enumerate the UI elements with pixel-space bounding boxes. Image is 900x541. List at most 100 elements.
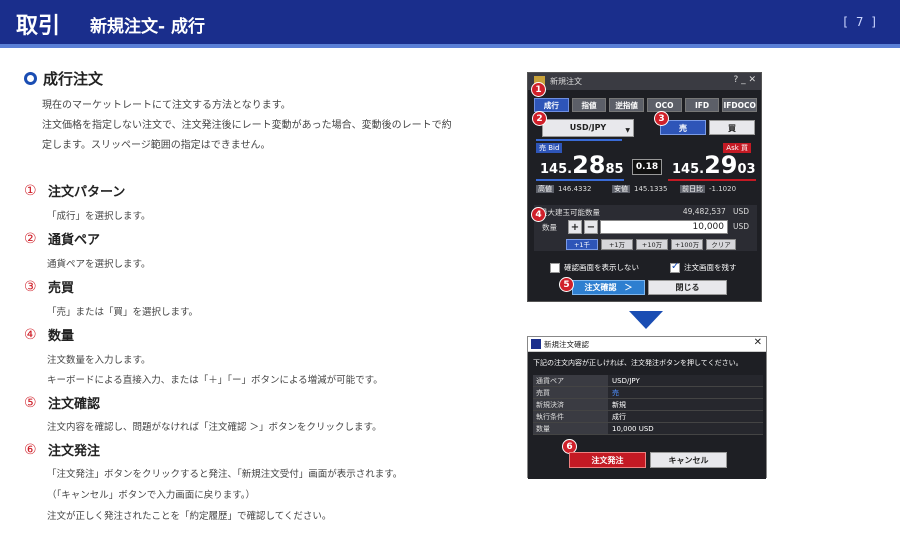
quantity-unit: USD [732, 222, 749, 231]
dropdown-arrow-icon: ▼ [625, 127, 630, 134]
badge-5: 5 [559, 277, 574, 292]
ask-underline [668, 179, 756, 181]
step-5: ⑤ 注文確認 [24, 393, 101, 413]
window-controls[interactable]: ? _ ✕ [733, 75, 756, 85]
down-arrow-icon [629, 311, 663, 329]
step-4: ④ 数量 [24, 325, 75, 345]
step-3: ③ 売買 [24, 277, 75, 297]
checkbox-unchecked-icon[interactable] [550, 262, 560, 273]
low-price: 安値 145.1335 [612, 185, 668, 193]
bid-underline [536, 179, 624, 181]
step-number: ⑤ [24, 394, 37, 411]
ask-price[interactable]: 145.2903 [672, 151, 756, 179]
step-title: 注文発注 [48, 444, 101, 459]
dialog-title: 新規注文確認 [544, 340, 589, 349]
tab-ifdoco[interactable]: IFDOCO [722, 98, 758, 112]
table-row: 新規決済 新規 [533, 399, 763, 411]
order-type-tabs: 成行 指値 逆指値 OCO IFD IFDOCO [534, 98, 758, 112]
dialog-titlebar: 新規注文確認 ✕ [528, 337, 766, 352]
step-2-desc: 通貨ペアを選択します。 [47, 259, 151, 270]
badge-4: 4 [531, 207, 546, 222]
step-3-desc: 「売」または「買」を選択します。 [47, 307, 199, 318]
tab-stop[interactable]: 逆指値 [609, 98, 645, 112]
bid-price[interactable]: 145.2885 [540, 151, 624, 179]
intro-line-2: 注文価格を指定しない注文で、注文発注後にレート変動があった場合、変動後のレートで… [42, 120, 452, 131]
tab-oco[interactable]: OCO [647, 98, 682, 112]
intro-line-3: 定します。スリッページ範囲の指定はできません。 [42, 140, 271, 151]
intro-line-1: 現在のマーケットレートにて注文する方法となります。 [42, 100, 291, 111]
step-title: 注文確認 [48, 397, 101, 412]
header-title: 取引 [16, 14, 61, 39]
header-underline [0, 44, 900, 48]
window-titlebar: 新規注文 ? _ ✕ [528, 73, 761, 90]
quantity-input[interactable] [600, 220, 728, 234]
max-quantity-label: 最大建玉可能数量 [540, 208, 600, 217]
badge-3: 3 [654, 111, 669, 126]
step-5-desc: 注文内容を確認し、問題がなければ「注文確認 ＞」ボタンをクリックします。 [47, 422, 382, 433]
close-icon[interactable]: ✕ [754, 337, 762, 348]
order-confirm-dialog: 新規注文確認 ✕ 下記の注文内容が正しければ、注文発注ボタンを押してください。 … [527, 336, 767, 479]
table-row: 売買 売 [533, 387, 763, 399]
tab-limit[interactable]: 指値 [571, 98, 607, 112]
place-order-button[interactable]: 注文発注 [569, 452, 646, 468]
no-confirm-checkbox[interactable]: 確認画面を表示しない [550, 262, 639, 273]
inc-10k-button[interactable]: +1万 [601, 239, 633, 250]
step-6: ⑥ 注文発注 [24, 440, 101, 460]
step-number: ⑥ [24, 441, 37, 458]
step-title: 売買 [48, 281, 75, 296]
step-number: ③ [24, 278, 37, 295]
day-change: 前日比 -1.1020 [680, 185, 737, 193]
step-6-desc-1: 「注文発注」ボタンをクリックすると発注、「新規注文受付」画面が表示されます。 [47, 469, 403, 480]
dialog-message: 下記の注文内容が正しければ、注文発注ボタンを押してください。 [533, 359, 743, 367]
high-price: 高値 146.4332 [536, 185, 592, 193]
badge-2: 2 [532, 111, 547, 126]
currency-pair-value: USD/JPY [569, 123, 607, 132]
inc-1m-button[interactable]: +100万 [671, 239, 703, 250]
step-title: 数量 [48, 329, 75, 344]
keep-window-checkbox[interactable]: 注文画面を残す [670, 261, 737, 273]
header-bar: 取引 新規注文- 成行 [ 7 ] [0, 0, 900, 44]
close-button[interactable]: 閉じる [648, 280, 727, 295]
spread-value: 0.18 [632, 159, 662, 175]
clear-button[interactable]: クリア [706, 239, 736, 250]
step-4-desc-2: キーボードによる直接入力、または「＋」「ー」ボタンによる増減が可能です。 [47, 375, 383, 386]
window-title: 新規注文 [550, 77, 582, 86]
plus-button[interactable]: + [568, 220, 582, 234]
pair-underline [536, 139, 622, 141]
step-4-desc-1: 注文数量を入力します。 [47, 355, 151, 366]
minus-button[interactable]: − [584, 220, 598, 234]
table-row: 執行条件 成行 [533, 411, 763, 423]
app-icon [531, 339, 541, 349]
step-1: ① 注文パターン [24, 181, 126, 201]
step-number: ① [24, 182, 37, 199]
step-number: ② [24, 230, 37, 247]
currency-pair-select[interactable]: USD/JPY ▼ [542, 119, 634, 137]
step-title: 注文パターン [48, 185, 126, 200]
step-2: ② 通貨ペア [24, 229, 101, 249]
dialog-body: 下記の注文内容が正しければ、注文発注ボタンを押してください。 通貨ペア USD/… [528, 352, 766, 479]
order-summary-table: 通貨ペア USD/JPY 売買 売 新規決済 新規 執行条件 成行 数量 10,… [533, 375, 763, 435]
step-6-desc-2: （「キャンセル」ボタンで入力画面に戻ります。） [47, 490, 256, 501]
quantity-label: 数量 [542, 223, 557, 232]
buy-toggle[interactable]: 買 [709, 120, 755, 135]
step-title: 通貨ペア [48, 233, 101, 248]
inc-1k-button[interactable]: +1千 [566, 239, 598, 250]
max-quantity-value: 49,482,537 USD [682, 207, 749, 216]
circle-bullet-icon [24, 72, 37, 85]
tab-market[interactable]: 成行 [534, 98, 569, 112]
step-6-desc-3: 注文が正しく発注されたことを「約定履歴」で確認してください。 [47, 511, 332, 522]
inc-100k-button[interactable]: +10万 [636, 239, 668, 250]
table-row: 通貨ペア USD/JPY [533, 375, 763, 387]
new-order-window: 新規注文 ? _ ✕ 成行 指値 逆指値 OCO IFD IFDOCO USD/… [527, 72, 762, 302]
tab-ifd[interactable]: IFD [684, 98, 720, 112]
badge-1: 1 [531, 82, 546, 97]
checkbox-checked-icon[interactable] [670, 261, 680, 273]
cancel-button[interactable]: キャンセル [650, 452, 727, 468]
section-title-text: 成行注文 [43, 70, 104, 88]
order-confirm-button[interactable]: 注文確認 ＞ [572, 280, 645, 295]
section-title: 成行注文 [24, 68, 103, 89]
page-number: [ 7 ] [843, 15, 878, 29]
table-row: 数量 10,000 USD [533, 423, 763, 435]
step-number: ④ [24, 326, 37, 343]
step-1-desc: 「成行」を選択します。 [47, 211, 151, 222]
